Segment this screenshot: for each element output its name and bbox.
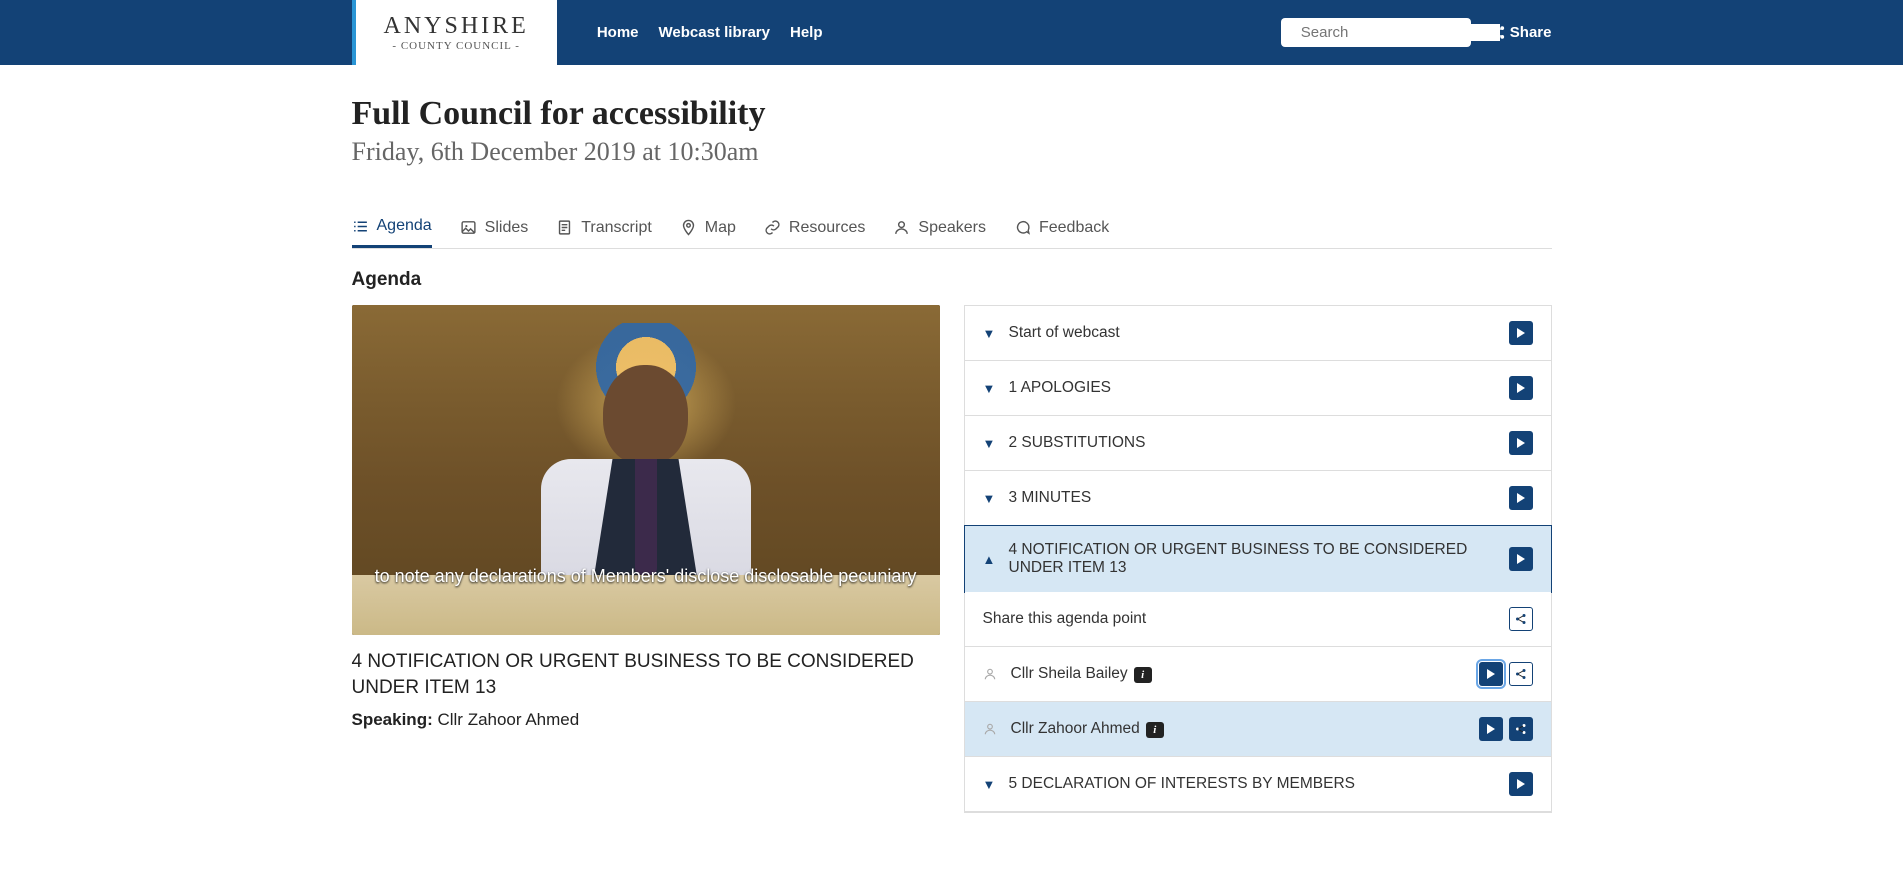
section-title: Agenda: [352, 269, 1552, 291]
speaker-row[interactable]: Cllr Zahoor Ahmedi: [965, 702, 1551, 757]
video-player[interactable]: to note any declarations of Members' dis…: [352, 305, 940, 635]
person-icon: [983, 667, 997, 681]
play-button[interactable]: [1509, 321, 1533, 345]
play-button[interactable]: [1509, 376, 1533, 400]
tab-transcript[interactable]: Transcript: [556, 207, 652, 248]
page-subtitle: Friday, 6th December 2019 at 10:30am: [352, 137, 1552, 167]
page-title: Full Council for accessibility: [352, 95, 1552, 133]
main-nav: Home Webcast library Help: [597, 24, 823, 41]
share-agenda-point: Share this agenda point: [965, 592, 1551, 647]
tab-resources[interactable]: Resources: [764, 207, 865, 248]
current-agenda-title: 4 NOTIFICATION OR URGENT BUSINESS TO BE …: [352, 649, 940, 700]
chevron-up-icon: ▲: [983, 552, 995, 567]
play-button[interactable]: [1509, 547, 1533, 571]
speaking-line: Speaking: Cllr Zahoor Ahmed: [352, 710, 940, 730]
chevron-down-icon: ▼: [983, 777, 995, 792]
chevron-down-icon: ▼: [983, 491, 995, 506]
info-badge[interactable]: i: [1146, 722, 1164, 738]
tab-map[interactable]: Map: [680, 207, 736, 248]
tabs: Agenda Slides Transcript Map Resources Speake…: [352, 207, 1552, 249]
nav-webcast-library[interactable]: Webcast library: [659, 24, 770, 41]
play-button[interactable]: [1479, 717, 1503, 741]
tab-agenda[interactable]: Agenda: [352, 207, 432, 248]
share-button[interactable]: [1509, 607, 1533, 631]
chevron-down-icon: ▼: [983, 326, 995, 341]
chevron-down-icon: ▼: [983, 381, 995, 396]
person-icon: [983, 722, 997, 736]
share-button[interactable]: [1509, 662, 1533, 686]
play-button[interactable]: [1509, 431, 1533, 455]
tab-feedback[interactable]: Feedback: [1014, 207, 1109, 248]
list-icon: [352, 218, 369, 235]
image-icon: [460, 219, 477, 236]
nav-home[interactable]: Home: [597, 24, 639, 41]
agenda-item[interactable]: ▼3 MINUTES: [965, 471, 1551, 526]
play-button[interactable]: [1509, 486, 1533, 510]
chat-icon: [1014, 219, 1031, 236]
nav-help[interactable]: Help: [790, 24, 823, 41]
pin-icon: [680, 219, 697, 236]
tab-slides[interactable]: Slides: [460, 207, 529, 248]
play-button[interactable]: [1509, 772, 1533, 796]
logo-sub: - COUNTY COUNCIL -: [384, 40, 529, 52]
agenda-item[interactable]: ▼1 APOLOGIES: [965, 361, 1551, 416]
agenda-item[interactable]: ▼2 SUBSTITUTIONS: [965, 416, 1551, 471]
logo[interactable]: ANYSHIRE - COUNTY COUNCIL -: [352, 0, 557, 65]
top-bar: ANYSHIRE - COUNTY COUNCIL - Home Webcast…: [0, 0, 1903, 65]
chevron-down-icon: ▼: [983, 436, 995, 451]
agenda-item[interactable]: ▼5 DECLARATION OF INTERESTS BY MEMBERS: [965, 757, 1551, 812]
agenda-list: ▼Start of webcast▼1 APOLOGIES▼2 SUBSTITU…: [964, 305, 1552, 813]
agenda-item[interactable]: ▼Start of webcast: [965, 306, 1551, 361]
share-icon: [1491, 25, 1506, 40]
tab-speakers[interactable]: Speakers: [893, 207, 986, 248]
play-button[interactable]: [1479, 662, 1503, 686]
search-box[interactable]: [1281, 18, 1471, 47]
speaker-row[interactable]: Cllr Sheila Baileyi: [965, 647, 1551, 702]
logo-main: ANYSHIRE: [384, 13, 529, 40]
user-icon: [893, 219, 910, 236]
link-icon: [764, 219, 781, 236]
share-button[interactable]: Share: [1491, 24, 1552, 41]
share-button[interactable]: [1509, 717, 1533, 741]
search-input[interactable]: [1301, 24, 1500, 41]
info-badge[interactable]: i: [1134, 667, 1152, 683]
agenda-item[interactable]: ▲4 NOTIFICATION OR URGENT BUSINESS TO BE…: [964, 525, 1552, 593]
video-caption: to note any declarations of Members' dis…: [352, 566, 940, 587]
doc-icon: [556, 219, 573, 236]
